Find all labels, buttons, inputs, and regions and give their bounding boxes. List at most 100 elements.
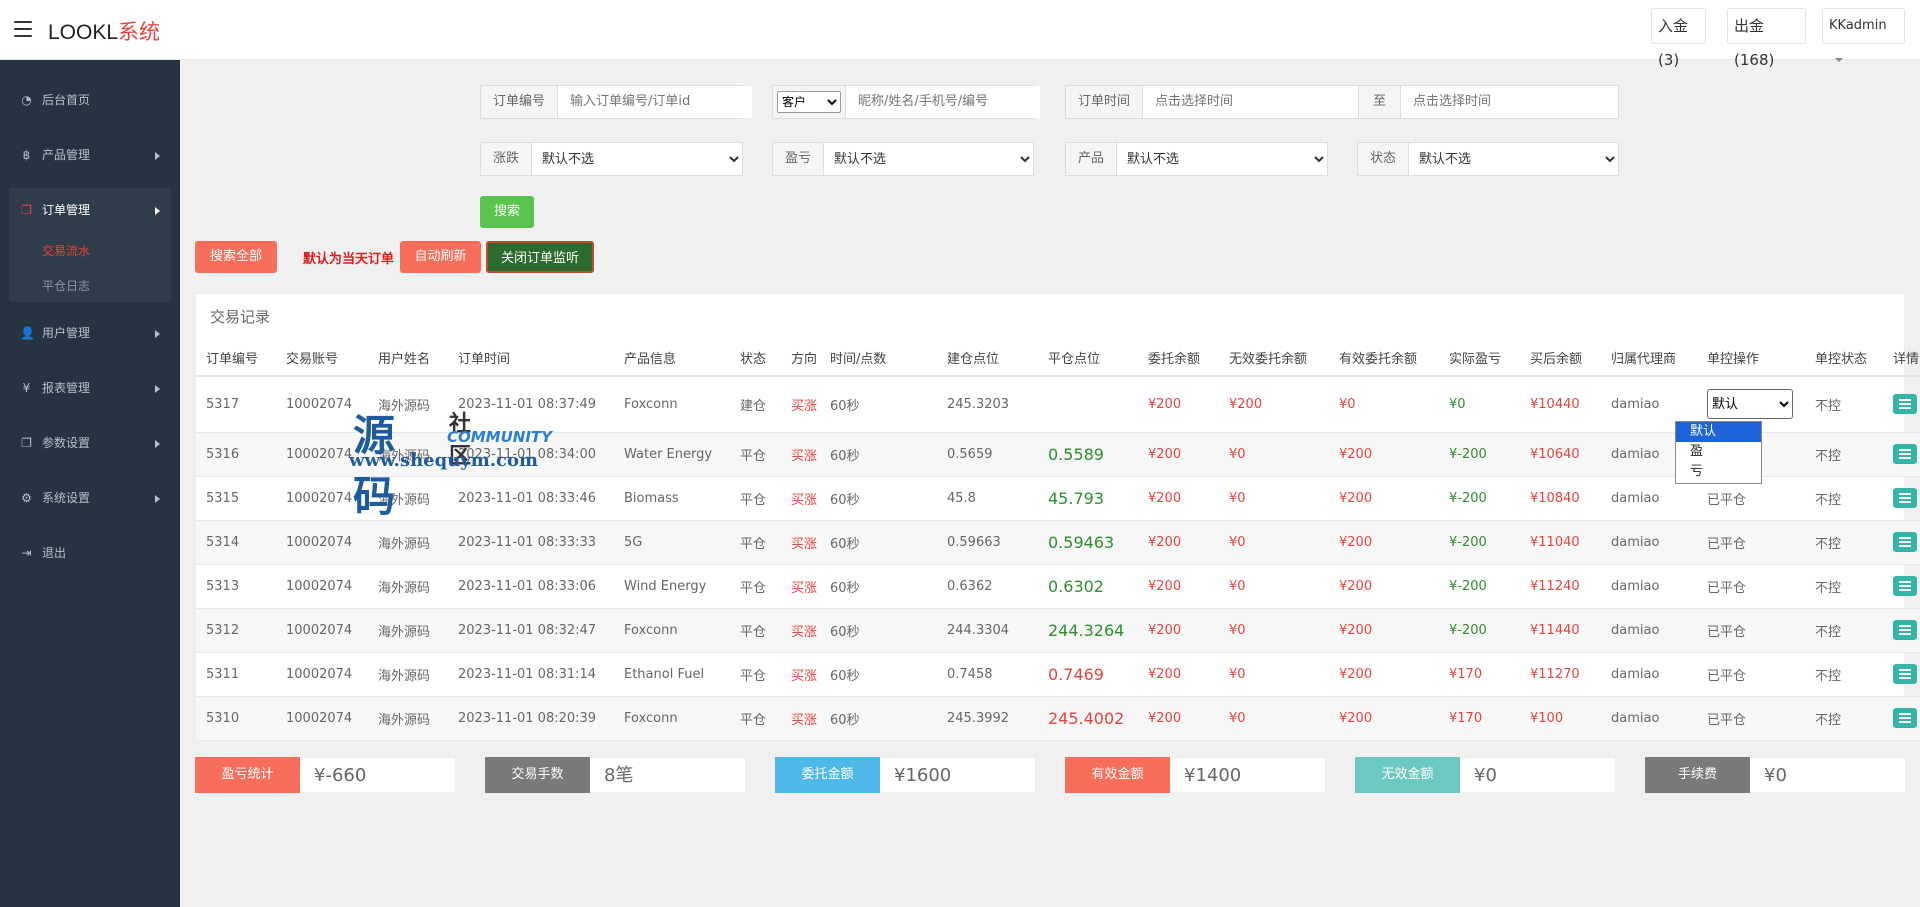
table-cell: 海外源码 (368, 652, 448, 697)
table-cell: 5311 (196, 652, 276, 697)
table-cell: 海外源码 (368, 520, 448, 565)
table-cell: ¥0 (1219, 564, 1329, 609)
table-cell: 2023-11-01 08:37:49 (448, 376, 614, 433)
table-cell: 2023-11-01 08:32:47 (448, 608, 614, 653)
table-cell: 60秒 (820, 476, 937, 521)
table-cell: ¥-200 (1439, 564, 1520, 609)
column-header: 归属代理商 (1601, 340, 1697, 377)
profit-loss-select[interactable]: 默认不选 (824, 143, 1033, 175)
control-option-loss[interactable]: 亏 (1676, 462, 1761, 482)
withdraw-button[interactable]: 出金(168) (1727, 8, 1806, 69)
table-cell: 245.4002 (1038, 696, 1138, 741)
table-cell: 10002074 (276, 652, 368, 697)
default-today-note: 默认为当天订单 (303, 252, 395, 267)
customer-type-select[interactable]: 客户 (777, 91, 841, 113)
time-to-label: 至 (1358, 86, 1402, 118)
detail-cell (1883, 608, 1920, 653)
admin-menu-button[interactable]: KKadmin (1822, 8, 1905, 62)
rise-fall-group: 涨跌 默认不选 (480, 142, 743, 176)
copy-icon: ❐ (21, 203, 32, 217)
table-cell: ¥10640 (1520, 432, 1601, 477)
detail-list-icon[interactable] (1893, 444, 1917, 464)
table-cell: 60秒 (820, 432, 937, 477)
sidebar-item-system[interactable]: ⚙ 系统设置 (0, 476, 180, 520)
chevron-right-icon (155, 152, 160, 160)
sidebar-item-dashboard[interactable]: ◔ 后台首页 (0, 78, 180, 122)
sidebar-item-orders[interactable]: ❐ 订单管理 (0, 188, 180, 232)
table-cell: ¥200 (1329, 696, 1439, 741)
table-cell (1038, 376, 1138, 433)
column-header: 产品信息 (614, 340, 730, 377)
sign-out-icon: ⇥ (21, 546, 32, 560)
customer-group: 客户 (772, 85, 1040, 119)
stat-value: ¥0 (1460, 757, 1616, 793)
product-select[interactable]: 默认不选 (1117, 143, 1327, 175)
column-header: 订单编号 (196, 340, 276, 377)
auto-refresh-button[interactable]: 自动刷新 (400, 241, 481, 273)
table-cell: ¥200 (1329, 432, 1439, 477)
table-cell: 60秒 (820, 652, 937, 697)
detail-list-icon[interactable] (1893, 620, 1917, 640)
chevron-right-icon (155, 385, 160, 393)
table-cell: 买涨 (781, 608, 820, 653)
detail-cell (1883, 376, 1920, 433)
status-select[interactable]: 默认不选 (1409, 143, 1618, 175)
order-no-input[interactable] (558, 86, 753, 118)
sidebar-sub-close-log[interactable]: 平仓日志 (42, 277, 90, 294)
sidebar-item-products[interactable]: ฿产品管理 (0, 133, 180, 177)
table-cell: damiao (1601, 696, 1697, 741)
table-cell: 2023-11-01 08:33:46 (448, 476, 614, 521)
transaction-table: 订单编号 交易账号 用户姓名 订单时间 产品信息 状态 方向 时间/点数 建仓点位 平仓点位 委托余… (196, 340, 1920, 741)
table-header-row: 订单编号 交易账号 用户姓名 订单时间 产品信息 状态 方向 时间/点数 建仓点位 平仓点位 委托余… (196, 340, 1920, 377)
table-cell: 平仓 (730, 564, 781, 609)
table-cell: 5314 (196, 520, 276, 565)
detail-list-icon[interactable] (1893, 664, 1917, 684)
control-option-profit[interactable]: 盈 (1676, 442, 1761, 462)
stat-value: 8笔 (590, 757, 746, 793)
search-button[interactable]: 搜索 (480, 196, 534, 228)
menu-toggle-icon[interactable] (14, 21, 32, 37)
table-cell: 0.59463 (1038, 520, 1138, 565)
table-cell: 平仓 (730, 520, 781, 565)
detail-cell (1883, 432, 1920, 477)
detail-list-icon[interactable] (1893, 488, 1917, 508)
table-cell: 5G (614, 520, 730, 565)
table-cell: ¥200 (1138, 432, 1219, 477)
sidebar: ◔ 后台首页 ฿产品管理 ❐ 订单管理 交易流水 平仓日志 👤 用户管理 ¥ 报表管理 … (0, 60, 180, 907)
time-start-input[interactable] (1143, 86, 1359, 118)
table-cell: 45.793 (1038, 476, 1138, 521)
table-cell: 海外源码 (368, 564, 448, 609)
table-cell: ¥170 (1439, 652, 1520, 697)
copy-icon: ❐ (21, 436, 32, 450)
table-cell: 不控 (1805, 520, 1883, 565)
sidebar-item-users[interactable]: 👤 用户管理 (0, 311, 180, 355)
detail-list-icon[interactable] (1893, 576, 1917, 596)
table-cell: 已平仓 (1697, 564, 1805, 609)
table-cell: 平仓 (730, 432, 781, 477)
table-cell: ¥200 (1138, 652, 1219, 697)
control-select[interactable]: 默认 (1707, 389, 1793, 420)
detail-list-icon[interactable] (1893, 532, 1917, 552)
order-no-label: 订单编号 (481, 86, 559, 118)
close-monitor-button[interactable]: 关闭订单监听 (486, 241, 594, 273)
table-cell: 0.5589 (1038, 432, 1138, 477)
search-all-button[interactable]: 搜索全部 (195, 241, 277, 273)
table-cell: 245.3992 (937, 696, 1038, 741)
app-logo: LOOKL系统 (48, 21, 161, 44)
detail-list-icon[interactable] (1893, 394, 1917, 415)
sidebar-sub-transactions[interactable]: 交易流水 (42, 242, 90, 259)
control-option-default[interactable]: 默认 (1676, 422, 1761, 442)
sidebar-item-params[interactable]: ❐ 参数设置 (0, 421, 180, 465)
sidebar-item-logout[interactable]: ⇥ 退出 (0, 531, 180, 575)
time-end-input[interactable] (1401, 86, 1618, 118)
sidebar-item-reports[interactable]: ¥ 报表管理 (0, 366, 180, 410)
yen-icon: ¥ (22, 381, 31, 395)
table-row: 5313 10002074 海外源码 2023-11-01 08:33:06 Wind … (196, 564, 1920, 609)
table-cell: ¥11270 (1520, 652, 1601, 697)
customer-input[interactable] (846, 86, 1040, 118)
table-cell: damiao (1601, 520, 1697, 565)
rise-fall-select[interactable]: 默认不选 (532, 143, 742, 175)
deposit-button[interactable]: 入金(3) (1651, 8, 1706, 69)
table-cell: ¥200 (1329, 564, 1439, 609)
detail-list-icon[interactable] (1893, 708, 1917, 728)
